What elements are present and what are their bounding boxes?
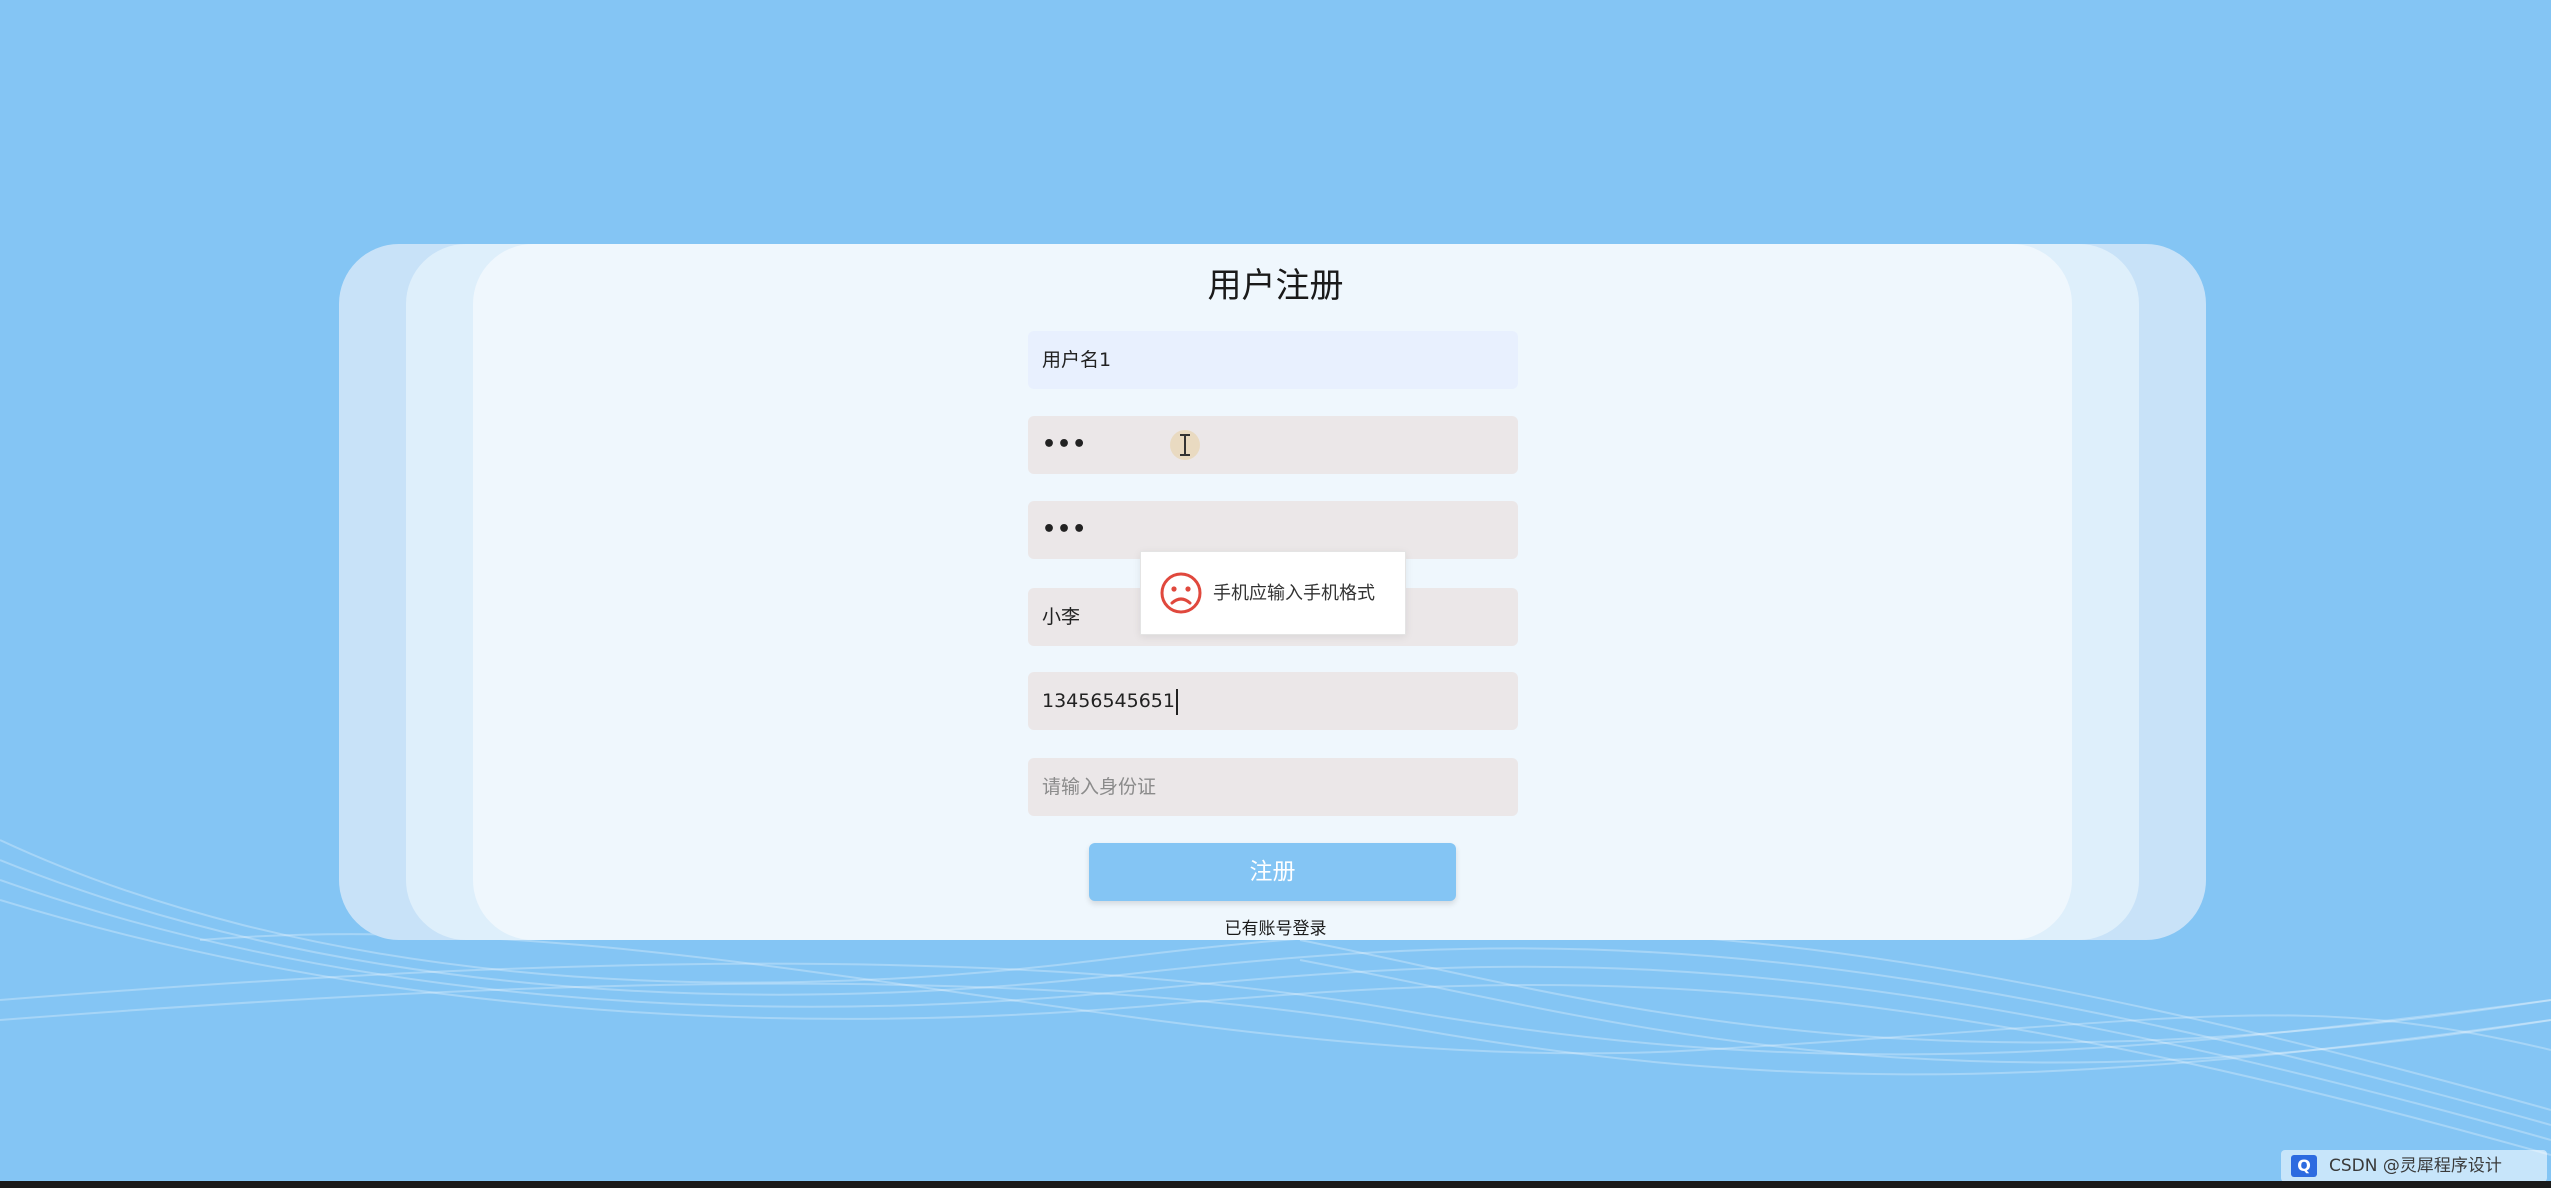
username-input[interactable]: 用户名1	[1028, 331, 1518, 389]
username-value: 用户名1	[1042, 349, 1112, 371]
phone-value: 13456545651	[1042, 690, 1175, 712]
error-toast: 手机应输入手机格式	[1140, 551, 1406, 635]
id-card-placeholder: 请输入身份证	[1042, 776, 1157, 798]
login-link[interactable]: 已有账号登录	[0, 914, 2551, 939]
id-card-input[interactable]: 请输入身份证	[1028, 758, 1518, 816]
page-background: 用户注册 用户名1 ••• ••• 小李 13456545651 请输入身份证 …	[0, 0, 2551, 1188]
sad-face-icon	[1160, 572, 1202, 614]
nickname-value: 小李	[1042, 606, 1081, 628]
phone-input[interactable]: 13456545651	[1028, 672, 1518, 730]
text-caret	[1175, 688, 1178, 715]
search-icon: Q	[2291, 1155, 2317, 1177]
page-title: 用户注册	[1207, 266, 1344, 306]
toast-message: 手机应输入手机格式	[1213, 583, 1375, 604]
password-input[interactable]: •••	[1028, 416, 1518, 474]
register-button[interactable]: 注册	[1089, 843, 1456, 901]
text-cursor-icon	[1170, 430, 1200, 460]
bottom-edge-bar	[0, 1181, 2551, 1188]
watermark-text: CSDN @灵犀程序设计	[2329, 1156, 2502, 1176]
password-value: •••	[1042, 432, 1088, 457]
confirm-password-value: •••	[1042, 517, 1088, 542]
csdn-watermark: Q CSDN @灵犀程序设计	[2281, 1150, 2547, 1182]
